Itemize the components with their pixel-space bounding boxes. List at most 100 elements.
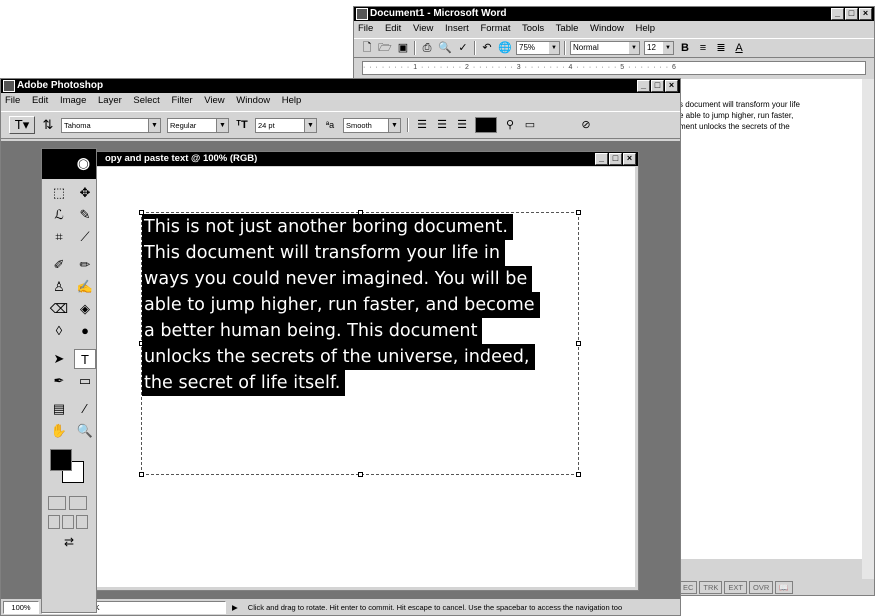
- print-icon[interactable]: ⎙: [420, 41, 434, 55]
- zoom-tool-icon[interactable]: 🔍: [74, 421, 96, 441]
- word-status-ext[interactable]: EXT: [724, 580, 748, 594]
- word-menu-help[interactable]: Help: [635, 23, 655, 34]
- move-tool-icon[interactable]: ✥: [74, 183, 96, 203]
- transform-handle[interactable]: [358, 472, 363, 477]
- font-size-select[interactable]: 24 pt ▼: [255, 117, 317, 133]
- ps-menu-image[interactable]: Image: [60, 95, 86, 106]
- numbered-list-icon[interactable]: ≡: [696, 41, 710, 55]
- document-titlebar[interactable]: opy and paste text @ 100% (RGB) _ □ ×: [45, 152, 638, 166]
- bulleted-list-icon[interactable]: ≣: [714, 41, 728, 55]
- print-preview-icon[interactable]: 🔍: [438, 41, 452, 55]
- hyperlink-icon[interactable]: 🌐: [498, 41, 512, 55]
- align-center-icon[interactable]: ☰: [435, 118, 449, 132]
- new-document-icon[interactable]: 🗋: [360, 41, 374, 55]
- word-font-size-select[interactable]: 12 ▼: [644, 41, 674, 55]
- document-maximize-button[interactable]: □: [609, 153, 622, 165]
- crop-tool-icon[interactable]: ⌗: [48, 227, 70, 247]
- shape-tool-icon[interactable]: ▭: [74, 371, 96, 391]
- word-style-select[interactable]: Normal ▼: [570, 41, 640, 55]
- blur-tool-icon[interactable]: ◊: [48, 321, 70, 341]
- photoshop-app-icon[interactable]: [3, 80, 15, 92]
- save-icon[interactable]: ▣: [396, 41, 410, 55]
- warp-text-icon[interactable]: ⚲: [503, 118, 517, 132]
- document-minimize-button[interactable]: _: [595, 153, 608, 165]
- word-menu-view[interactable]: View: [413, 23, 433, 34]
- photoshop-minimize-button[interactable]: _: [637, 80, 650, 92]
- lasso-tool-icon[interactable]: ℒ: [48, 205, 70, 225]
- notes-tool-icon[interactable]: ▤: [48, 399, 70, 419]
- font-family-select[interactable]: Tahoma ▼: [61, 117, 161, 133]
- ps-menu-select[interactable]: Select: [133, 95, 159, 106]
- spelling-status-icon[interactable]: 📖: [775, 580, 793, 594]
- chevron-down-icon[interactable]: ▼: [663, 42, 673, 54]
- word-ruler[interactable]: · · · · · · · · 1 · · · · · · · 2 · · · …: [362, 61, 866, 75]
- word-menu-window[interactable]: Window: [590, 23, 624, 34]
- selected-text-layer[interactable]: This is not just another boring document…: [142, 214, 582, 396]
- jump-to-imageready-icon[interactable]: ⇄: [42, 535, 96, 549]
- document-close-button[interactable]: ×: [623, 153, 636, 165]
- antialias-select[interactable]: Smooth ▼: [343, 117, 401, 133]
- chevron-down-icon[interactable]: ▼: [549, 42, 559, 54]
- type-tool-preset-icon[interactable]: T▾: [9, 116, 35, 134]
- dodge-tool-icon[interactable]: ●: [74, 321, 96, 341]
- word-titlebar[interactable]: Document1 - Microsoft Word _ □ ×: [354, 7, 874, 21]
- font-color-icon[interactable]: A: [732, 41, 746, 55]
- standard-screen-button[interactable]: [48, 515, 60, 529]
- path-selection-icon[interactable]: ➤: [48, 349, 70, 369]
- word-menu-edit[interactable]: Edit: [385, 23, 401, 34]
- paint-bucket-icon[interactable]: ◈: [74, 299, 96, 319]
- brush-tool-icon[interactable]: ✏: [74, 255, 96, 275]
- bold-icon[interactable]: B: [678, 41, 692, 55]
- ps-menu-filter[interactable]: Filter: [171, 95, 192, 106]
- slice-tool-icon[interactable]: ⟋: [74, 227, 96, 247]
- text-color-swatch[interactable]: [475, 117, 497, 133]
- transform-handle[interactable]: [576, 472, 581, 477]
- word-maximize-button[interactable]: □: [845, 8, 858, 20]
- marquee-tool-icon[interactable]: ⬚: [48, 183, 70, 203]
- history-brush-icon[interactable]: ✍: [74, 277, 96, 297]
- word-minimize-button[interactable]: _: [831, 8, 844, 20]
- full-screen-button[interactable]: [76, 515, 88, 529]
- word-status-trk[interactable]: TRK: [699, 580, 723, 594]
- foreground-color-swatch[interactable]: [50, 449, 72, 471]
- play-arrow-icon[interactable]: ▶: [232, 603, 238, 612]
- word-menu-table[interactable]: Table: [556, 23, 579, 34]
- ps-menu-layer[interactable]: Layer: [98, 95, 122, 106]
- undo-icon[interactable]: ↶: [480, 41, 494, 55]
- photoshop-eye-logo[interactable]: ◉: [42, 149, 96, 179]
- pen-tool-icon[interactable]: ✒: [48, 371, 70, 391]
- ps-menu-file[interactable]: File: [5, 95, 20, 106]
- word-status-rec[interactable]: EC: [679, 580, 698, 594]
- open-folder-icon[interactable]: 🗁: [378, 41, 392, 55]
- chevron-down-icon[interactable]: ▼: [388, 118, 400, 132]
- photoshop-close-button[interactable]: ×: [665, 80, 678, 92]
- chevron-down-icon[interactable]: ▼: [148, 118, 160, 132]
- word-app-icon[interactable]: [356, 8, 368, 20]
- text-orientation-icon[interactable]: ⇅: [41, 118, 55, 132]
- healing-brush-icon[interactable]: ✐: [48, 255, 70, 275]
- word-menu-insert[interactable]: Insert: [445, 23, 469, 34]
- magic-wand-tool-icon[interactable]: ✎: [74, 205, 96, 225]
- font-style-select[interactable]: Regular ▼: [167, 117, 229, 133]
- ps-menu-view[interactable]: View: [204, 95, 224, 106]
- chevron-down-icon[interactable]: ▼: [216, 118, 228, 132]
- align-left-icon[interactable]: ☰: [415, 118, 429, 132]
- photoshop-maximize-button[interactable]: □: [651, 80, 664, 92]
- word-vertical-scrollbar[interactable]: [862, 79, 874, 579]
- zoom-level-field[interactable]: 100%: [3, 600, 39, 614]
- chevron-down-icon[interactable]: ▼: [304, 118, 316, 132]
- word-status-ovr[interactable]: OVR: [749, 580, 774, 594]
- clone-stamp-icon[interactable]: ♙: [48, 277, 70, 297]
- palettes-icon[interactable]: ▭: [523, 118, 537, 132]
- full-screen-menu-button[interactable]: [62, 515, 74, 529]
- type-tool-icon[interactable]: T: [74, 349, 96, 369]
- ps-menu-window[interactable]: Window: [236, 95, 270, 106]
- chevron-down-icon[interactable]: ▼: [629, 42, 639, 54]
- document-canvas[interactable]: This is not just another boring document…: [71, 167, 635, 587]
- spelling-icon[interactable]: ✓: [456, 41, 470, 55]
- photoshop-titlebar[interactable]: Adobe Photoshop _ □ ×: [1, 79, 680, 93]
- word-menu-format[interactable]: Format: [480, 23, 510, 34]
- ps-menu-help[interactable]: Help: [282, 95, 302, 106]
- word-menu-tools[interactable]: Tools: [522, 23, 544, 34]
- eraser-tool-icon[interactable]: ⌫: [48, 299, 70, 319]
